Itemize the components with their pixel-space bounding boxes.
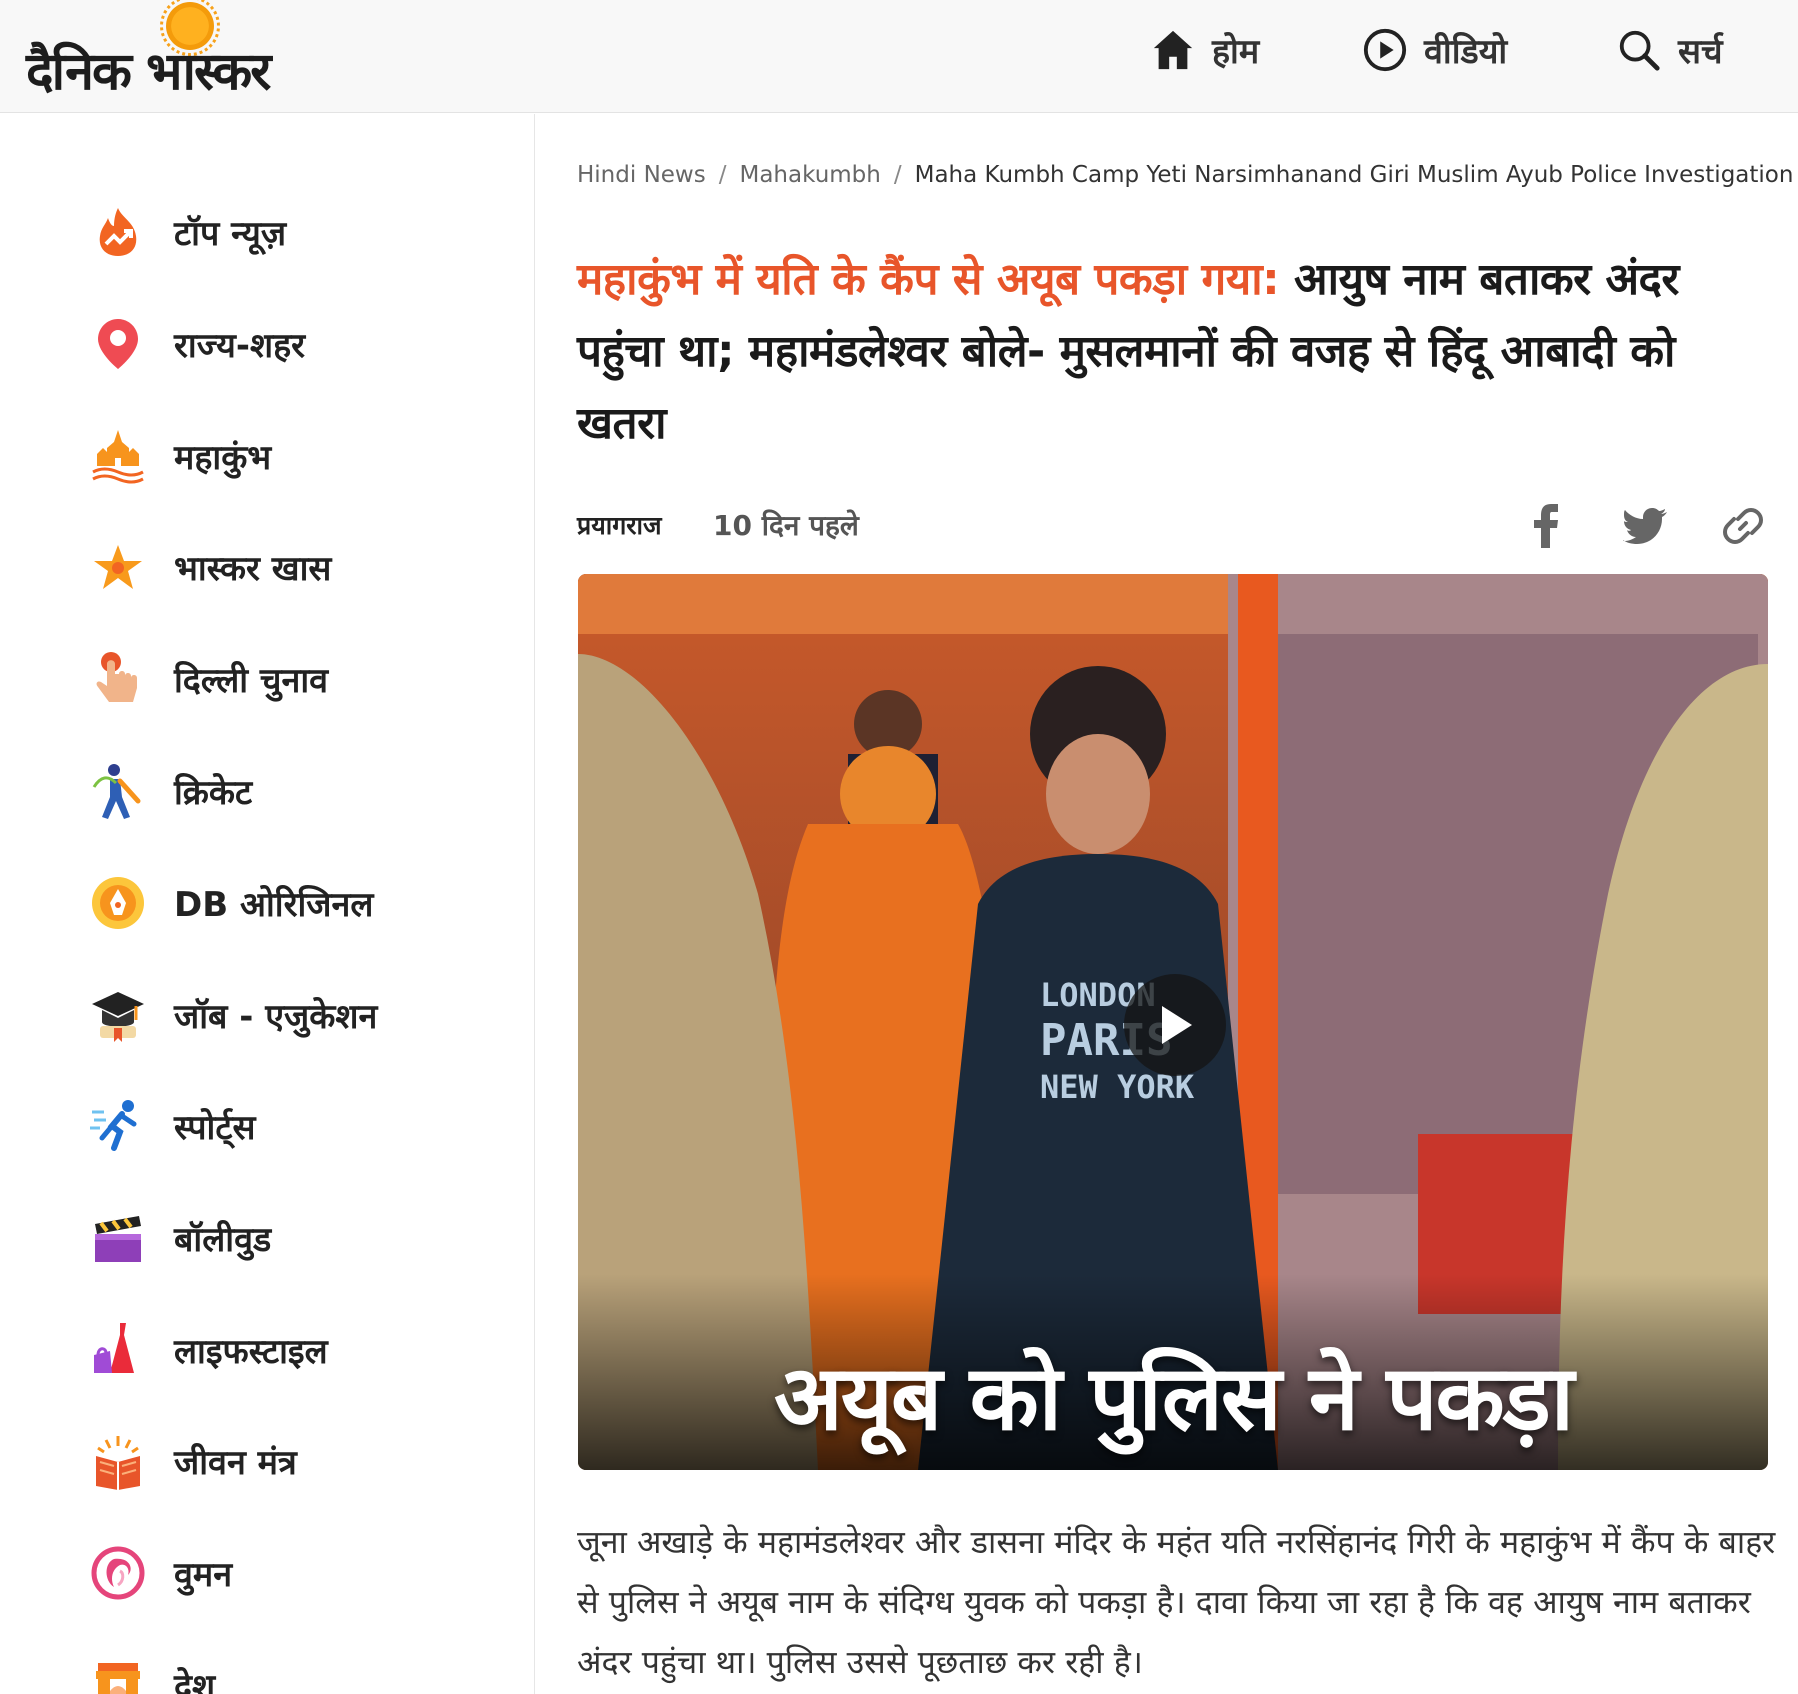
sidebar-item-mahakumbh[interactable]: महाकुंभ	[88, 421, 271, 491]
sidebar-item-label: जॉब - एजुकेशन	[174, 997, 378, 1037]
sidebar-item-desh[interactable]: देश	[88, 1650, 215, 1694]
sidebar-item-label: जीवन मंत्र	[174, 1443, 297, 1483]
clapperboard-icon	[88, 1208, 148, 1268]
location-pin-icon	[88, 314, 148, 374]
article-body: जूना अखाड़े के महामंडलेश्वर और डासना मंद…	[577, 1523, 1776, 1681]
sidebar-item-cricket[interactable]: क्रिकेट	[88, 756, 252, 826]
article-location: प्रयागराज	[577, 511, 662, 540]
sidebar-item-label: लाइफस्टाइल	[174, 1332, 328, 1372]
sidebar-item-label: भास्कर खास	[174, 549, 332, 589]
cricket-player-icon	[88, 761, 148, 821]
logo-text: दैनिक भास्कर	[26, 42, 271, 102]
fire-trend-icon	[88, 202, 148, 262]
sidebar-item-label: देश	[174, 1667, 216, 1694]
nav-home-label: होम	[1212, 32, 1260, 72]
breadcrumb-current: Maha Kumbh Camp Yeti Narsimhanand Giri M…	[914, 162, 1794, 188]
home-icon	[1153, 30, 1193, 70]
graduation-cap-icon	[88, 985, 148, 1045]
sidebar-item-bhaskar-khas[interactable]: भास्कर खास	[88, 532, 331, 602]
sidebar-item-label: बॉलीवुड	[174, 1220, 272, 1260]
breadcrumb-separator: /	[718, 162, 727, 188]
breadcrumb-hindi-news[interactable]: Hindi News	[577, 162, 706, 188]
book-icon	[88, 1431, 148, 1491]
pen-nib-icon	[88, 873, 148, 933]
nav-video-label: वीडियो	[1424, 32, 1508, 72]
sidebar-item-bollywood[interactable]: बॉलीवुड	[88, 1203, 271, 1273]
video-caption: अयूब को पुलिस ने पकड़ा	[773, 1346, 1574, 1451]
sidebar-item-label: DB ओरिजिनल	[174, 885, 374, 925]
search-icon	[1619, 30, 1660, 71]
sidebar-item-label: टॉप न्यूज़	[174, 214, 287, 254]
headline-highlight: महाकुंभ में यति के कैंप से अयूब पकड़ा गय…	[577, 254, 1280, 305]
sidebar-item-top-news[interactable]: टॉप न्यूज़	[88, 197, 286, 267]
article-time: 10 दिन पहले	[713, 509, 859, 542]
copy-link-icon[interactable]	[1717, 500, 1769, 552]
sidebar-item-sports[interactable]: स्पोर्ट्स	[88, 1091, 255, 1161]
sidebar-item-label: स्पोर्ट्स	[174, 1108, 256, 1148]
play-circle-icon	[1363, 28, 1407, 72]
nav-home[interactable]: होम	[1150, 0, 1259, 100]
play-icon	[1162, 1006, 1192, 1044]
twitter-share-icon[interactable]	[1619, 500, 1671, 552]
site-logo[interactable]: दैनिक भास्कर	[26, 0, 316, 113]
sidebar-item-delhi-election[interactable]: दिल्ली चुनाव	[88, 644, 328, 714]
nav-search-label: सर्च	[1678, 32, 1723, 72]
sidebar-item-label: राज्य-शहर	[174, 326, 306, 366]
vote-finger-icon	[88, 649, 148, 709]
sidebar-item-state-city[interactable]: राज्य-शहर	[88, 309, 305, 379]
dress-icon	[88, 1320, 148, 1380]
sidebar-item-woman[interactable]: वुमन	[88, 1538, 232, 1608]
breadcrumb-mahakumbh[interactable]: Mahakumbh	[739, 162, 880, 188]
sidebar-item-lifestyle[interactable]: लाइफस्टाइल	[88, 1315, 328, 1385]
article-main: Hindi News / Mahakumbh / Maha Kumbh Camp Yet…	[536, 114, 1798, 1694]
temple-icon	[88, 426, 148, 486]
article-meta: प्रयागराज 10 दिन पहले	[577, 494, 1777, 554]
india-gate-icon	[88, 1655, 148, 1694]
sidebar-item-db-original[interactable]: DB ओरिजिनल	[88, 868, 373, 938]
play-button[interactable]	[1124, 974, 1226, 1076]
breadcrumb: Hindi News / Mahakumbh / Maha Kumbh Camp Yet…	[577, 162, 1793, 188]
article-headline: महाकुंभ में यति के कैंप से अयूब पकड़ा गय…	[577, 244, 1777, 460]
runner-icon	[88, 1096, 148, 1156]
site-header: दैनिक भास्कर होम वीडियो सर्च	[0, 0, 1798, 113]
sidebar-item-label: वुमन	[174, 1555, 233, 1595]
facebook-share-icon[interactable]	[1521, 500, 1573, 552]
sidebar-item-label: महाकुंभ	[174, 438, 272, 478]
nav-video[interactable]: वीडियो	[1362, 0, 1507, 100]
sidebar: टॉप न्यूज़ राज्य-शहर महाकुंभ भास्कर खास …	[0, 114, 535, 1694]
sidebar-item-label: दिल्ली चुनाव	[174, 661, 329, 701]
star-icon	[88, 537, 148, 597]
sidebar-item-job-education[interactable]: जॉब - एजुकेशन	[88, 980, 377, 1050]
sidebar-item-jeevan-mantra[interactable]: जीवन मंत्र	[88, 1426, 297, 1496]
breadcrumb-separator: /	[893, 162, 902, 188]
sidebar-item-label: क्रिकेट	[174, 773, 253, 813]
nav-search[interactable]: सर्च	[1616, 0, 1723, 100]
video-player[interactable]: LONDON PARIS NEW YORK अयूब को पुलिस ने प…	[578, 574, 1768, 1470]
woman-icon	[88, 1543, 148, 1603]
